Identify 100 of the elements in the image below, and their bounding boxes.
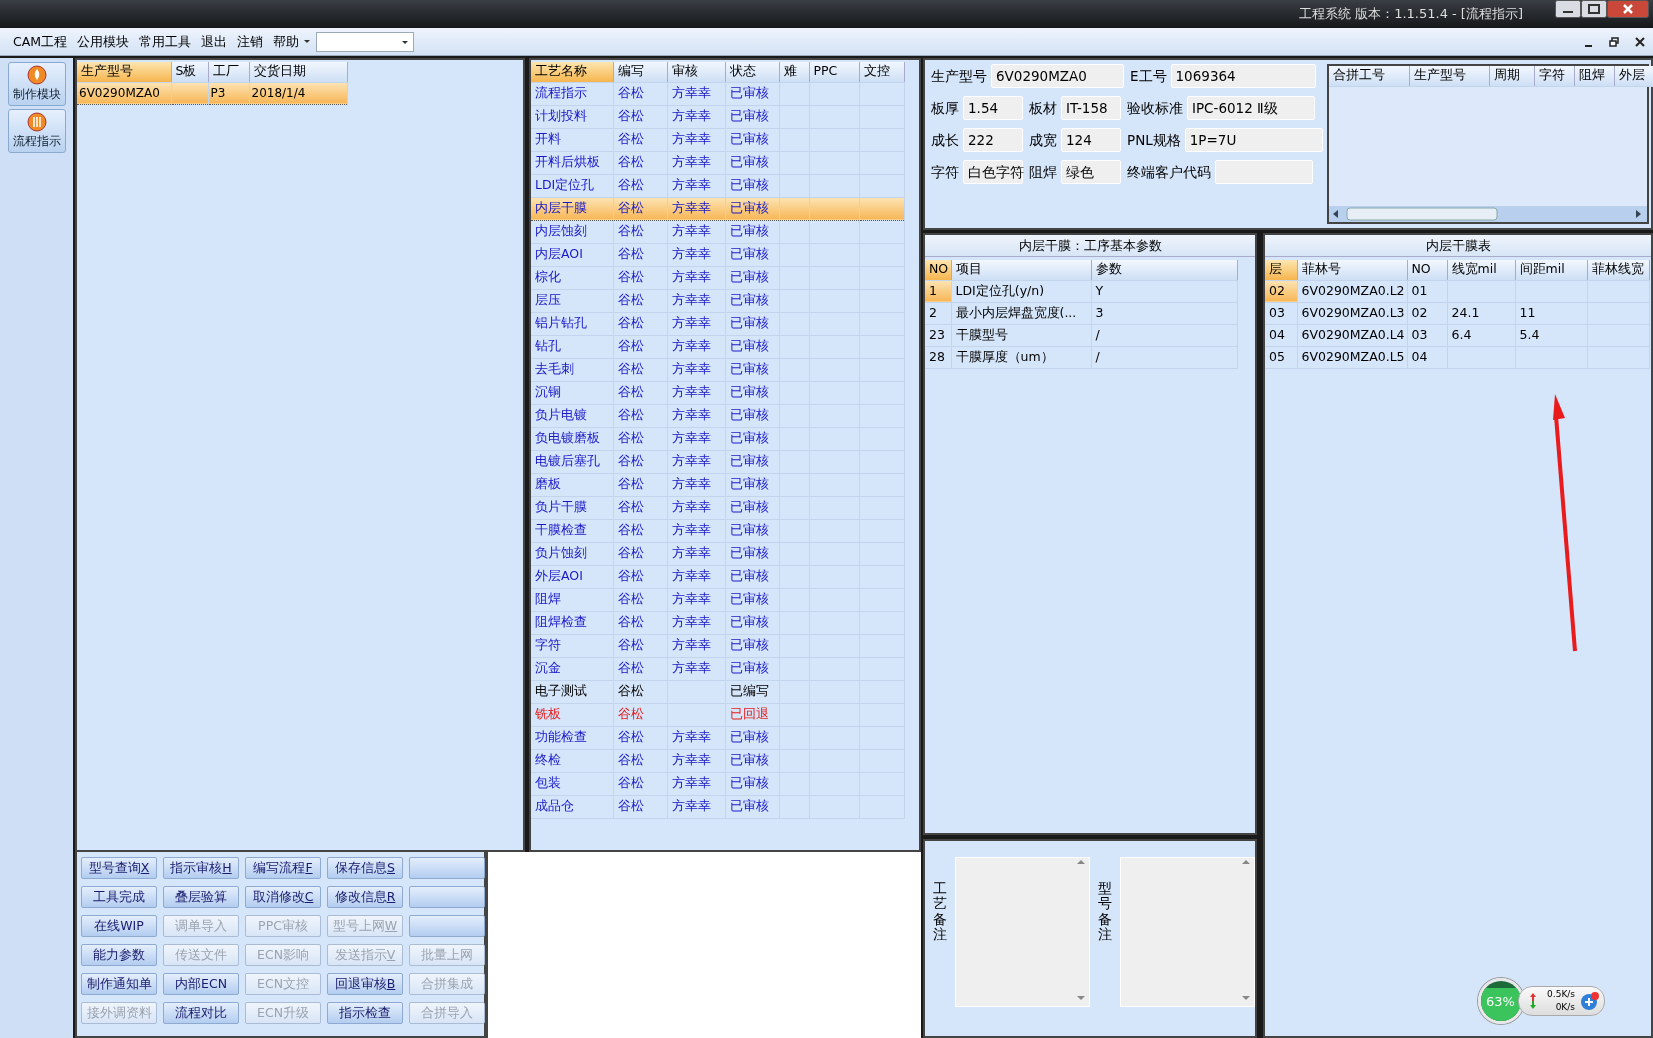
table-row[interactable]: 包装 谷松 方幸幸 已审核: [531, 772, 904, 795]
column-header[interactable]: 菲林号: [1297, 260, 1407, 280]
table-row[interactable]: 去毛刺 谷松 方幸幸 已审核: [531, 358, 904, 381]
column-header[interactable]: 工厂: [208, 62, 249, 82]
text-field[interactable]: 222: [963, 128, 1023, 152]
column-header[interactable]: 状态: [725, 62, 779, 82]
column-header[interactable]: 生产型号: [77, 62, 171, 82]
table-row[interactable]: 阻焊检查 谷松 方幸幸 已审核: [531, 611, 904, 634]
column-header[interactable]: 合拼工号: [1329, 66, 1409, 86]
restore-icon[interactable]: [1609, 36, 1619, 47]
action-button[interactable]: 型号查询X: [81, 857, 157, 880]
table-row[interactable]: 计划投料 谷松 方幸幸 已审核: [531, 105, 904, 128]
action-button[interactable]: 编写流程F: [245, 857, 321, 880]
table-row[interactable]: 开料后烘板 谷松 方幸幸 已审核: [531, 151, 904, 174]
table-row[interactable]: 钻孔 谷松 方幸幸 已审核: [531, 335, 904, 358]
column-header[interactable]: 阻焊: [1574, 66, 1614, 86]
table-row[interactable]: 流程指示 谷松 方幸幸 已审核: [531, 82, 904, 105]
text-field[interactable]: 6V0290MZA0: [991, 64, 1124, 88]
plus-icon[interactable]: [1579, 991, 1600, 1011]
table-row[interactable]: 干膜检查 谷松 方幸幸 已审核: [531, 519, 904, 542]
menu-item[interactable]: 常用工具: [134, 27, 197, 56]
column-header[interactable]: 周期: [1489, 66, 1534, 86]
column-header[interactable]: 工艺名称: [531, 62, 613, 82]
table-row[interactable]: 6V0290MZA0 P3 2018/1/4: [77, 82, 347, 104]
text-field[interactable]: 1.54: [963, 96, 1023, 120]
table-row[interactable]: 沉铜 谷松 方幸幸 已审核: [531, 381, 904, 404]
table-row[interactable]: 负电镀磨板 谷松 方幸幸 已审核: [531, 427, 904, 450]
action-button[interactable]: 叠层验算: [163, 886, 239, 909]
column-header[interactable]: PPC: [809, 62, 859, 82]
text-field[interactable]: 1069364: [1170, 64, 1316, 88]
table-row[interactable]: 铝片钻孔 谷松 方幸幸 已审核: [531, 312, 904, 335]
table-row[interactable]: LDI定位孔 谷松 方幸幸 已审核: [531, 174, 904, 197]
column-header[interactable]: 生产型号: [1409, 66, 1489, 86]
column-header[interactable]: 层: [1265, 260, 1297, 280]
table-row[interactable]: 负片干膜 谷松 方幸幸 已审核: [531, 496, 904, 519]
column-header[interactable]: NO: [1407, 260, 1447, 280]
column-header[interactable]: 交货日期: [249, 62, 347, 82]
column-header[interactable]: 项目: [951, 260, 1091, 280]
table-row[interactable]: 沉金 谷松 方幸幸 已审核: [531, 657, 904, 680]
table-row[interactable]: 内层AOI 谷松 方幸幸 已审核: [531, 243, 904, 266]
action-button[interactable]: 工具完成: [81, 886, 157, 909]
close-icon[interactable]: [1635, 36, 1645, 47]
dropdown-field[interactable]: [316, 31, 415, 52]
sidebar-button[interactable]: 制作模块: [7, 62, 66, 106]
text-field[interactable]: [1215, 160, 1313, 184]
table-row[interactable]: 内层蚀刻 谷松 方幸幸 已审核: [531, 220, 904, 243]
empty-button[interactable]: [409, 915, 485, 938]
sidebar-button[interactable]: 流程指示: [7, 109, 66, 153]
table-row[interactable]: 开料 谷松 方幸幸 已审核: [531, 128, 904, 151]
table-row[interactable]: 层压 谷松 方幸幸 已审核: [531, 289, 904, 312]
column-header[interactable]: 菲林线宽: [1587, 260, 1649, 280]
table-row[interactable]: 阻焊 谷松 方幸幸 已审核: [531, 588, 904, 611]
close-icon[interactable]: [1607, 0, 1649, 18]
action-button[interactable]: 制作通知单: [81, 973, 157, 996]
minimize-icon[interactable]: [1555, 0, 1581, 18]
column-header[interactable]: 审核: [667, 62, 725, 82]
action-button[interactable]: 保存信息S: [327, 857, 403, 880]
column-header[interactable]: 字符: [1534, 66, 1574, 86]
action-button[interactable]: 内部ECN: [163, 973, 239, 996]
action-button[interactable]: 能力参数: [81, 944, 157, 967]
column-header[interactable]: NO: [925, 260, 951, 280]
action-button[interactable]: 指示检查: [327, 1002, 403, 1025]
table-row[interactable]: 负片蚀刻 谷松 方幸幸 已审核: [531, 542, 904, 565]
column-header[interactable]: 编写: [613, 62, 667, 82]
column-header[interactable]: 参数: [1091, 260, 1237, 280]
text-field[interactable]: 124: [1061, 128, 1121, 152]
action-button[interactable]: 修改信息R: [327, 886, 403, 909]
text-field[interactable]: 白色字符: [963, 160, 1023, 184]
table-row[interactable]: 铣板 谷松 已回退: [531, 703, 904, 726]
action-button[interactable]: 在线WIP: [81, 915, 157, 938]
column-header[interactable]: 线宽mil: [1447, 260, 1515, 280]
action-button[interactable]: 指示审核H: [163, 857, 239, 880]
action-button[interactable]: 回退审核B: [327, 973, 403, 996]
menu-item[interactable]: 退出: [196, 27, 233, 56]
action-button[interactable]: 流程对比: [163, 1002, 239, 1025]
table-row[interactable]: 外层AOI 谷松 方幸幸 已审核: [531, 565, 904, 588]
menu-item[interactable]: 注销: [232, 27, 269, 56]
table-row[interactable]: 磨板 谷松 方幸幸 已审核: [531, 473, 904, 496]
text-field[interactable]: IPC-6012 Ⅱ级: [1187, 96, 1315, 120]
column-header[interactable]: 难: [779, 62, 809, 82]
table-row[interactable]: 内层干膜 谷松 方幸幸 已审核: [531, 197, 904, 220]
column-header[interactable]: 外层: [1614, 66, 1653, 86]
table-row[interactable]: 电镀后塞孔 谷松 方幸幸 已审核: [531, 450, 904, 473]
table-row[interactable]: 负片电镀 谷松 方幸幸 已审核: [531, 404, 904, 427]
column-header[interactable]: S板: [171, 62, 208, 82]
table-row[interactable]: 字符 谷松 方幸幸 已审核: [531, 634, 904, 657]
text-field[interactable]: 绿色: [1061, 160, 1121, 184]
text-field[interactable]: 1P=7U: [1184, 128, 1323, 152]
table-row[interactable]: 棕化 谷松 方幸幸 已审核: [531, 266, 904, 289]
caret-icon[interactable]: [402, 40, 409, 44]
table-row[interactable]: 终检 谷松 方幸幸 已审核: [531, 749, 904, 772]
caret-icon[interactable]: [304, 40, 311, 43]
text-field[interactable]: IT-158: [1061, 96, 1121, 120]
menu-item[interactable]: 公用模块: [72, 27, 135, 56]
column-header[interactable]: 文控: [859, 62, 904, 82]
empty-button[interactable]: [409, 857, 485, 880]
action-button[interactable]: 取消修改C: [245, 886, 321, 909]
table-row[interactable]: 成品仓 谷松 方幸幸 已审核: [531, 795, 904, 818]
menu-item[interactable]: CAM工程: [8, 27, 73, 56]
menu-item[interactable]: 帮助: [268, 27, 305, 56]
